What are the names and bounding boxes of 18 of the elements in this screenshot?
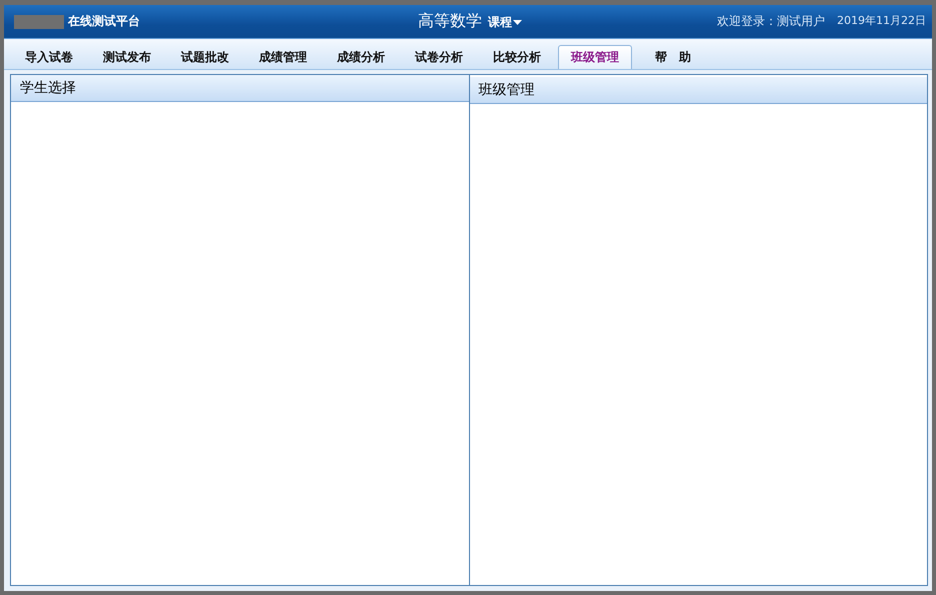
panel-title: 学生选择 — [20, 79, 76, 97]
nav-tab[interactable]: 导入试卷 — [10, 45, 88, 69]
nav-tab[interactable]: 成绩分析 — [322, 45, 400, 69]
nav-tab[interactable]: 试题批改 — [166, 45, 244, 69]
logo-block — [14, 14, 64, 28]
platform-title: 在线测试平台 — [68, 13, 140, 30]
welcome-text: 欢迎登录：测试用户 — [717, 13, 825, 30]
nav-tab[interactable]: 成绩管理 — [244, 45, 322, 69]
panel-title: 班级管理 — [478, 81, 534, 99]
date-text: 2019年11月22日 — [837, 13, 926, 29]
course-menu[interactable]: 课程 — [488, 14, 522, 31]
nav-tab[interactable]: 测试发布 — [88, 45, 166, 69]
nav-tab[interactable]: 试卷分析 — [400, 45, 478, 69]
nav-tab[interactable]: 帮 助 — [634, 45, 712, 69]
caret-icon — [513, 20, 522, 25]
nav-tab[interactable]: 比较分析 — [478, 45, 556, 69]
nav-tab[interactable]: 班级管理 — [558, 45, 632, 69]
course-title: 高等数学 — [418, 11, 482, 32]
